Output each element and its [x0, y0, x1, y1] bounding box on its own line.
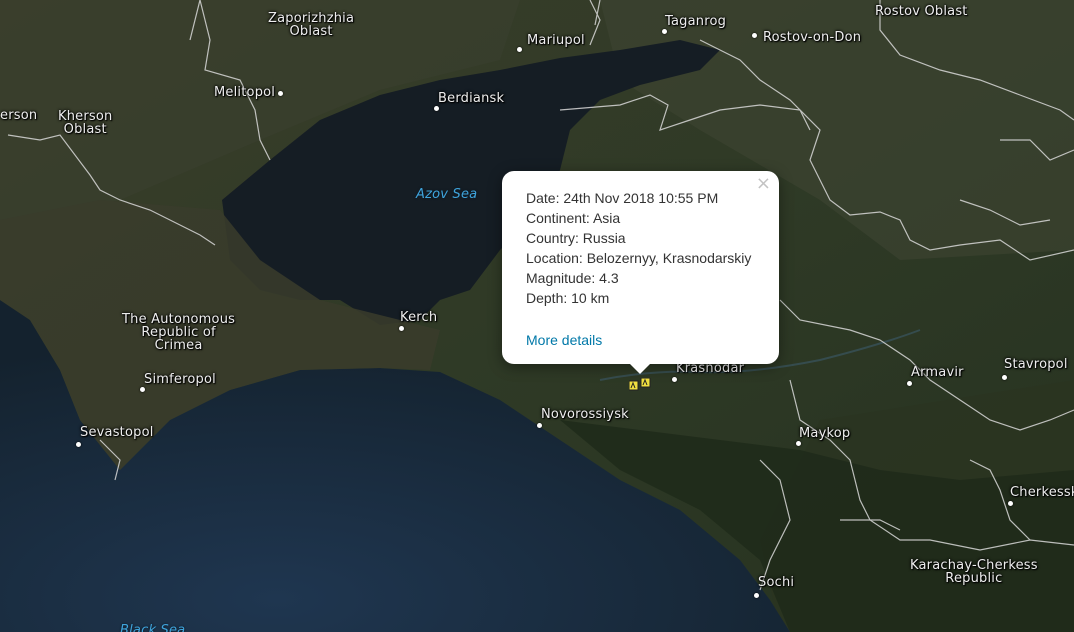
label-black-sea: Black Sea — [120, 623, 186, 632]
label-sevastopol: Sevastopol — [80, 425, 154, 440]
label-melitopol: Melitopol — [214, 85, 276, 100]
city-dot-berdiansk — [434, 106, 439, 111]
label-crimea: The Autonomous Republic of Crimea — [122, 312, 236, 353]
label-stavropol: Stavropol — [1004, 357, 1068, 372]
popup-country: Country: Russia — [526, 230, 626, 246]
earthquake-popup: × Date: 24th Nov 2018 10:55 PM Continent… — [502, 171, 779, 374]
city-dot-stavropol — [1002, 375, 1007, 380]
city-dot-armavir — [907, 381, 912, 386]
more-details-link[interactable]: More details — [526, 332, 602, 348]
label-rostov-oblast: Rostov Oblast — [875, 4, 968, 19]
city-dot-rostov-on-don — [752, 33, 757, 38]
label-mariupol: Mariupol — [527, 33, 585, 48]
popup-tip — [629, 363, 651, 374]
label-berdiansk: Berdiansk — [438, 91, 505, 106]
city-dot-sochi — [754, 593, 759, 598]
label-karachay-cherkess: Karachay-Cherkess Republic — [910, 558, 1038, 586]
city-dot-kerch — [399, 326, 404, 331]
popup-continent: Continent: Asia — [526, 210, 621, 226]
label-armavir: Armavir — [911, 365, 964, 380]
city-dot-mariupol — [517, 47, 522, 52]
label-azov-sea: Azov Sea — [416, 187, 478, 202]
popup-depth: Depth: 10 km — [526, 290, 610, 306]
city-dot-taganrog — [662, 29, 667, 34]
popup-magnitude: Magnitude: 4.3 — [526, 270, 619, 286]
label-zaporizhzhia-oblast: Zaporizhzhia Oblast — [268, 11, 355, 39]
map-view[interactable]: Zaporizhzhia Oblast Taganrog Rostov Oblas… — [0, 0, 1074, 632]
city-dot-maykop — [796, 441, 801, 446]
label-novorossiysk: Novorossiysk — [541, 407, 629, 422]
label-kherson: erson — [0, 108, 38, 123]
city-dot-cherkessk — [1008, 501, 1013, 506]
city-dot-melitopol — [278, 91, 283, 96]
label-maykop: Maykop — [799, 426, 851, 441]
city-dot-sevastopol — [76, 442, 81, 447]
label-kherson-oblast: Kherson Oblast — [58, 109, 113, 137]
label-kerch: Kerch — [400, 310, 438, 325]
label-rostov-on-don: Rostov-on-Don — [763, 30, 862, 45]
label-sochi: Sochi — [758, 575, 795, 590]
label-taganrog: Taganrog — [665, 14, 727, 29]
label-simferopol: Simferopol — [144, 372, 216, 387]
city-dot-novorossiysk — [537, 423, 542, 428]
city-dot-simferopol — [140, 387, 145, 392]
popup-date: Date: 24th Nov 2018 10:55 PM — [526, 190, 719, 206]
earthquake-marker-icon[interactable] — [628, 377, 653, 396]
city-dot-krasnodar — [672, 377, 677, 382]
label-cherkessk: Cherkessk — [1010, 485, 1074, 500]
popup-location: Location: Belozernyy, Krasnodarskiy — [526, 250, 752, 266]
